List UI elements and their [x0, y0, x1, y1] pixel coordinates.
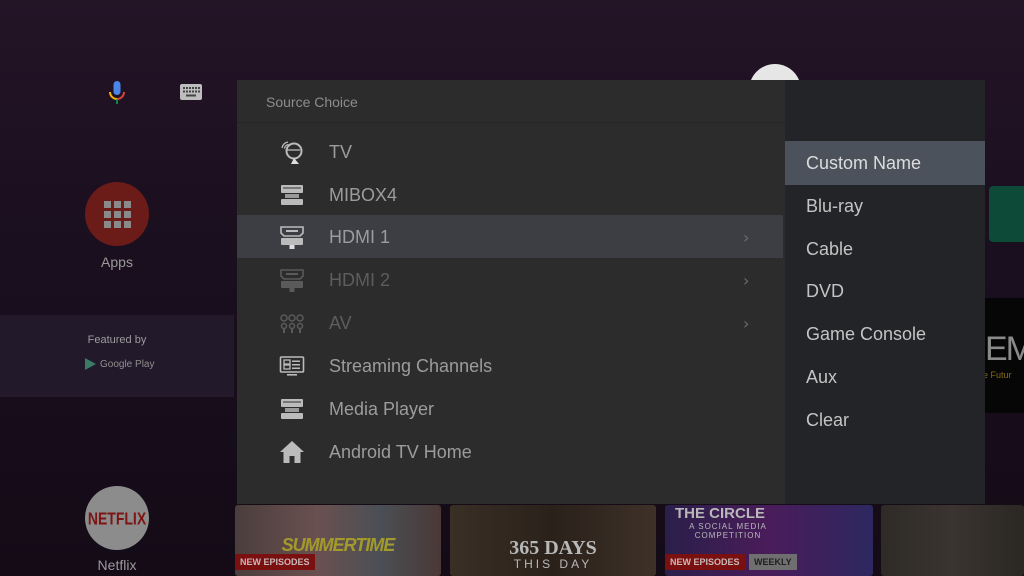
- content-tile[interactable]: SUMMERTIME NEW EPISODES: [235, 505, 441, 576]
- featured-row[interactable]: Featured by Google Play: [0, 315, 234, 397]
- chevron-right-icon: ›: [743, 271, 750, 290]
- submenu-item-game-console[interactable]: Game Console: [785, 312, 985, 356]
- source-label: HDMI 1: [329, 227, 391, 247]
- weekly-badge: WEEKLY: [749, 554, 797, 570]
- content-tile[interactable]: 365 DAYS THIS DAY: [450, 505, 656, 576]
- microphone-icon[interactable]: [107, 80, 127, 106]
- apps-grid-icon: [103, 200, 131, 228]
- source-item-mibox4[interactable]: MIBOX4: [237, 173, 783, 216]
- hdmi-rename-submenu: Custom Name Blu-ray Cable DVD Game Conso…: [785, 80, 985, 504]
- chevron-right-icon: ›: [743, 228, 750, 247]
- source-label: MIBOX4: [329, 185, 398, 205]
- source-item-hdmi1[interactable]: HDMI 1 ›: [237, 215, 783, 258]
- netflix-label: Netflix: [97, 557, 137, 573]
- source-choice-dialog: Source Choice TV MIBOX4 HDMI 1 › HDMI 2 …: [237, 80, 785, 504]
- divider: [237, 122, 785, 123]
- media-player-icon: [281, 399, 303, 419]
- source-label: HDMI 2: [329, 270, 391, 290]
- side-banner-text: EM: [985, 330, 1024, 368]
- source-item-streaming-channels[interactable]: Streaming Channels: [237, 344, 783, 387]
- tile-title: THE CIRCLE: [675, 505, 765, 522]
- new-episodes-badge: NEW EPISODES: [665, 554, 745, 570]
- source-label: TV: [329, 142, 353, 162]
- source-item-android-tv-home[interactable]: Android TV Home: [237, 430, 783, 473]
- submenu-item-clear[interactable]: Clear: [785, 398, 985, 442]
- content-tile[interactable]: [881, 505, 1024, 576]
- netflix-logo: NETFLIX: [87, 508, 147, 528]
- home-icon: [280, 441, 304, 463]
- hdmi-icon: [280, 226, 304, 249]
- submenu-item-custom-name[interactable]: Custom Name: [785, 141, 985, 185]
- dialog-title: Source Choice: [266, 94, 358, 110]
- source-item-tv[interactable]: TV: [237, 130, 783, 173]
- apps-label: Apps: [101, 254, 133, 270]
- submenu-label: Game Console: [806, 324, 927, 344]
- source-label: Streaming Channels: [329, 356, 493, 376]
- featured-title: Featured by: [87, 334, 147, 346]
- submenu-item-aux[interactable]: Aux: [785, 355, 985, 399]
- side-banner-subtext: e Futur: [983, 370, 1012, 380]
- tile-subtitle: A SOCIAL MEDIA COMPETITION: [689, 522, 767, 540]
- side-app-tile[interactable]: [989, 186, 1024, 242]
- submenu-label: DVD: [806, 281, 845, 301]
- tile-title: SUMMERTIME: [281, 535, 396, 555]
- source-item-av[interactable]: AV ›: [237, 301, 783, 344]
- submenu-item-blu-ray[interactable]: Blu-ray: [785, 184, 985, 228]
- av-jacks-icon: [280, 314, 304, 333]
- submenu-label: Cable: [806, 239, 854, 259]
- satellite-dish-icon: [281, 141, 303, 164]
- google-play-brand: Google Play: [85, 358, 154, 370]
- keyboard-icon[interactable]: [180, 84, 202, 100]
- source-label: AV: [329, 313, 352, 333]
- streaming-channels-icon: [279, 356, 305, 376]
- source-label: Media Player: [329, 399, 435, 419]
- source-label: Android TV Home: [329, 442, 472, 462]
- submenu-label: Custom Name: [806, 153, 922, 173]
- submenu-item-dvd[interactable]: DVD: [785, 269, 985, 313]
- google-play-icon: [85, 358, 96, 370]
- submenu-label: Aux: [806, 367, 838, 387]
- submenu-label: Clear: [806, 410, 850, 430]
- tile-subtitle: THIS DAY: [513, 557, 593, 571]
- source-item-media-player[interactable]: Media Player: [237, 387, 783, 430]
- hdmi-icon: [280, 269, 304, 292]
- submenu-item-cable[interactable]: Cable: [785, 227, 985, 271]
- content-tile[interactable]: THE CIRCLE A SOCIAL MEDIA COMPETITION NE…: [665, 505, 873, 576]
- source-item-hdmi2[interactable]: HDMI 2 ›: [237, 258, 783, 301]
- new-episodes-badge: NEW EPISODES: [235, 554, 315, 570]
- google-play-label: Google Play: [100, 358, 155, 370]
- netflix-app-button[interactable]: NETFLIX: [85, 486, 149, 550]
- set-top-box-icon: [281, 185, 303, 205]
- submenu-label: Blu-ray: [806, 196, 864, 216]
- apps-button[interactable]: [85, 182, 149, 246]
- chevron-right-icon: ›: [743, 314, 750, 333]
